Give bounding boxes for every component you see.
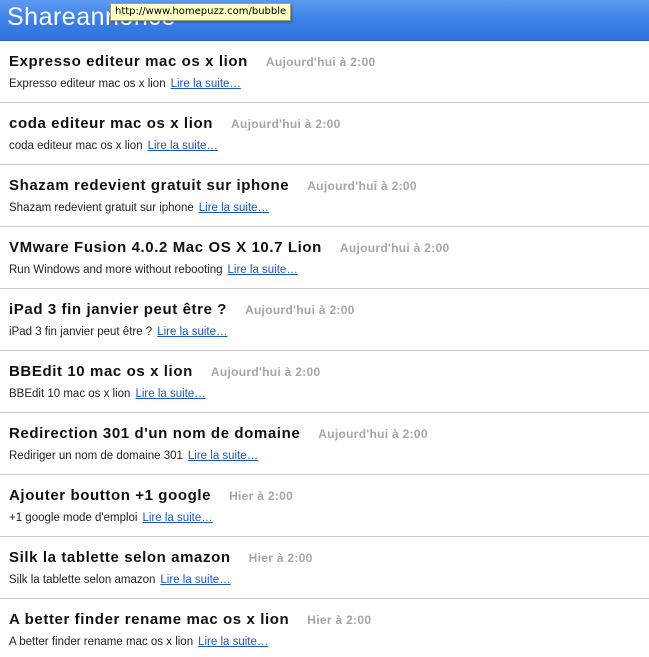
article-title[interactable]: Redirection 301 d'un nom de domaine bbox=[9, 425, 300, 442]
article-date: Aujourd'hui à 2:00 bbox=[210, 365, 321, 379]
article-date: Hier à 2:00 bbox=[229, 489, 294, 503]
article-date: Aujourd'hui à 2:00 bbox=[339, 241, 450, 255]
item-summary-row: Silk la tablette selon amazon Lire la sui… bbox=[9, 574, 231, 586]
read-more-link[interactable]: Lire la suite… bbox=[199, 202, 269, 214]
item-title-row: Ajouter boutton +1 google Hier à 2:00 bbox=[9, 487, 293, 505]
article-title[interactable]: BBEdit 10 mac os x lion bbox=[9, 363, 193, 380]
article-summary: coda editeur mac os x lion bbox=[9, 140, 143, 152]
article-title[interactable]: Ajouter boutton +1 google bbox=[9, 487, 211, 504]
item-title-row: VMware Fusion 4.0.2 Mac OS X 10.7 Lion Au… bbox=[9, 239, 450, 257]
article-title[interactable]: Shazam redevient gratuit sur iphone bbox=[9, 177, 289, 194]
read-more-link[interactable]: Lire la suite… bbox=[228, 264, 298, 276]
article-summary: iPad 3 fin janvier peut être ? bbox=[9, 326, 153, 338]
article-summary: Run Windows and more without rebooting bbox=[9, 264, 223, 276]
item-title-row: BBEdit 10 mac os x lion Aujourd'hui à 2:0… bbox=[9, 363, 320, 381]
list-item[interactable]: coda editeur mac os x lion Aujourd'hui à … bbox=[0, 103, 649, 165]
article-date: Aujourd'hui à 2:00 bbox=[265, 55, 376, 69]
item-summary-row: A better finder rename mac os x lion Lire… bbox=[9, 636, 268, 648]
item-summary-row: Expresso editeur mac os x lion Lire la su… bbox=[9, 78, 241, 90]
list-item[interactable]: Redirection 301 d'un nom de domaine Aujou… bbox=[0, 413, 649, 475]
read-more-link[interactable]: Lire la suite… bbox=[157, 326, 227, 338]
article-summary: +1 google mode d'emploi bbox=[9, 512, 138, 524]
list-item[interactable]: BBEdit 10 mac os x lion Aujourd'hui à 2:0… bbox=[0, 351, 649, 413]
item-title-row: Silk la tablette selon amazon Hier à 2:00 bbox=[9, 549, 313, 567]
article-summary: A better finder rename mac os x lion bbox=[9, 636, 194, 648]
url-tooltip: http://www.homepuzz.com/bubble bbox=[110, 3, 292, 21]
article-title[interactable]: Silk la tablette selon amazon bbox=[9, 549, 231, 566]
article-date: Hier à 2:00 bbox=[248, 551, 313, 565]
article-title[interactable]: coda editeur mac os x lion bbox=[9, 115, 213, 132]
item-summary-row: Shazam redevient gratuit sur iphone Lire … bbox=[9, 202, 269, 214]
read-more-link[interactable]: Lire la suite… bbox=[135, 388, 205, 400]
article-title[interactable]: A better finder rename mac os x lion bbox=[9, 611, 289, 628]
read-more-link[interactable]: Lire la suite… bbox=[171, 78, 241, 90]
article-list: Expresso editeur mac os x lion Aujourd'hu… bbox=[0, 41, 649, 657]
item-summary-row: Rediriger un nom de domaine 301 Lire la s… bbox=[9, 450, 258, 462]
item-summary-row: coda editeur mac os x lion Lire la suite… bbox=[9, 140, 218, 152]
item-summary-row: Run Windows and more without rebooting Li… bbox=[9, 264, 298, 276]
item-summary-row: +1 google mode d'emploi Lire la suite… bbox=[9, 512, 213, 524]
list-item[interactable]: Ajouter boutton +1 google Hier à 2:00 +1 … bbox=[0, 475, 649, 537]
item-summary-row: iPad 3 fin janvier peut être ? Lire la su… bbox=[9, 326, 228, 338]
read-more-link[interactable]: Lire la suite… bbox=[198, 636, 268, 648]
article-title[interactable]: VMware Fusion 4.0.2 Mac OS X 10.7 Lion bbox=[9, 239, 322, 256]
article-summary: Expresso editeur mac os x lion bbox=[9, 78, 166, 90]
read-more-link[interactable]: Lire la suite… bbox=[188, 450, 258, 462]
item-title-row: Shazam redevient gratuit sur iphone Aujou… bbox=[9, 177, 417, 195]
article-date: Aujourd'hui à 2:00 bbox=[231, 117, 341, 131]
item-title-row: Expresso editeur mac os x lion Aujourd'hu… bbox=[9, 53, 376, 71]
read-more-link[interactable]: Lire la suite… bbox=[142, 512, 212, 524]
article-date: Aujourd'hui à 2:00 bbox=[307, 179, 417, 193]
list-item[interactable]: VMware Fusion 4.0.2 Mac OS X 10.7 Lion Au… bbox=[0, 227, 649, 289]
item-title-row: Redirection 301 d'un nom de domaine Aujou… bbox=[9, 425, 428, 443]
list-item[interactable]: A better finder rename mac os x lion Hier… bbox=[0, 599, 649, 657]
article-summary: Silk la tablette selon amazon bbox=[9, 574, 156, 586]
article-summary: Rediriger un nom de domaine 301 bbox=[9, 450, 183, 462]
article-date: Hier à 2:00 bbox=[307, 613, 372, 627]
item-title-row: iPad 3 fin janvier peut être ? Aujourd'hu… bbox=[9, 301, 355, 319]
article-title[interactable]: Expresso editeur mac os x lion bbox=[9, 53, 248, 70]
list-item[interactable]: Silk la tablette selon amazon Hier à 2:00… bbox=[0, 537, 649, 599]
app-header: Shareannonce http://www.homepuzz.com/bub… bbox=[0, 0, 649, 41]
item-title-row: coda editeur mac os x lion Aujourd'hui à … bbox=[9, 115, 341, 133]
list-item[interactable]: iPad 3 fin janvier peut être ? Aujourd'hu… bbox=[0, 289, 649, 351]
list-item[interactable]: Shazam redevient gratuit sur iphone Aujou… bbox=[0, 165, 649, 227]
list-item[interactable]: Expresso editeur mac os x lion Aujourd'hu… bbox=[0, 41, 649, 103]
article-date: Aujourd'hui à 2:00 bbox=[245, 303, 355, 317]
article-title[interactable]: iPad 3 fin janvier peut être ? bbox=[9, 301, 227, 318]
read-more-link[interactable]: Lire la suite… bbox=[148, 140, 218, 152]
item-summary-row: BBEdit 10 mac os x lion Lire la suite… bbox=[9, 388, 206, 400]
article-date: Aujourd'hui à 2:00 bbox=[318, 427, 428, 441]
article-summary: Shazam redevient gratuit sur iphone bbox=[9, 202, 194, 214]
read-more-link[interactable]: Lire la suite… bbox=[160, 574, 230, 586]
article-summary: BBEdit 10 mac os x lion bbox=[9, 388, 131, 400]
item-title-row: A better finder rename mac os x lion Hier… bbox=[9, 611, 371, 629]
